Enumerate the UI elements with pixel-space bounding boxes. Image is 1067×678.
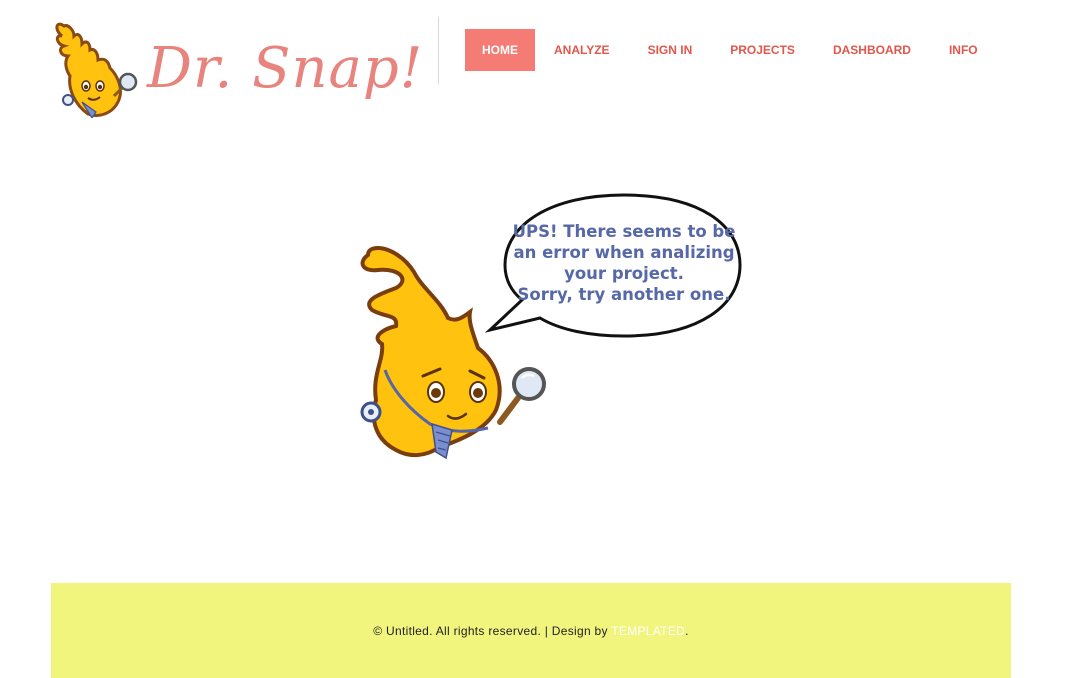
nav-info[interactable]: INFO — [930, 29, 997, 71]
nav-projects[interactable]: PROJECTS — [711, 29, 814, 71]
nav-analyze[interactable]: ANALYZE — [535, 29, 629, 71]
error-message: UPS! There seems to be an error when ana… — [505, 221, 743, 305]
error-message-line: UPS! There seems to be — [512, 222, 736, 241]
logo-wordmark: Dr. Snap! — [147, 36, 424, 101]
mascot-logo-icon — [55, 22, 138, 120]
header-divider — [438, 17, 439, 84]
main-nav: HOME ANALYZE SIGN IN PROJECTS DASHBOARD … — [465, 29, 997, 71]
footer-templated-link[interactable]: TEMPLATED — [611, 624, 685, 638]
footer-copyright: © Untitled. All rights reserved. | Desig… — [51, 624, 1011, 638]
page: Dr. Snap! HOME ANALYZE SIGN IN PROJECTS … — [0, 0, 1067, 678]
error-message-line: Sorry, try another one. — [517, 285, 731, 304]
site-logo[interactable]: Dr. Snap! — [52, 18, 422, 120]
site-footer: © Untitled. All rights reserved. | Desig… — [51, 583, 1011, 678]
footer-suffix: . — [685, 624, 689, 638]
nav-home[interactable]: HOME — [465, 29, 535, 71]
nav-sign-in[interactable]: SIGN IN — [629, 29, 712, 71]
nav-dashboard[interactable]: DASHBOARD — [814, 29, 930, 71]
error-message-line: an error when analizing — [513, 243, 735, 262]
error-message-line: your project. — [564, 264, 684, 283]
footer-copyright-text: © Untitled. All rights reserved. | Desig… — [373, 624, 612, 638]
